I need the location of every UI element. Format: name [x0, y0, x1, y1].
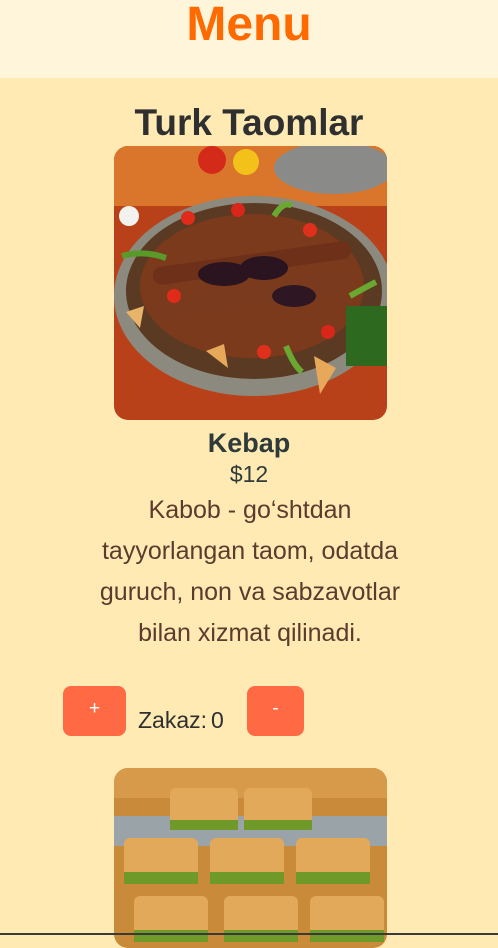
- order-count-label: Zakaz: 0: [138, 706, 224, 734]
- header-bar: Menu: [0, 0, 498, 78]
- section-title: Turk Taomlar: [134, 102, 364, 143]
- order-label-text: Zakaz:: [138, 707, 208, 733]
- remove-order-button[interactable]: -: [247, 686, 304, 736]
- page-title: Menu: [186, 0, 312, 51]
- dish-description: Kabob - go‘shtdan tayyorlangan taom, oda…: [99, 496, 401, 647]
- order-count-value: 0: [211, 707, 224, 733]
- dish-price: $12: [229, 461, 269, 487]
- baklava-photo: [114, 768, 387, 948]
- add-order-button[interactable]: +: [63, 686, 126, 736]
- kebab-platter-photo: [114, 146, 387, 420]
- dish-name: Kebap: [207, 428, 291, 458]
